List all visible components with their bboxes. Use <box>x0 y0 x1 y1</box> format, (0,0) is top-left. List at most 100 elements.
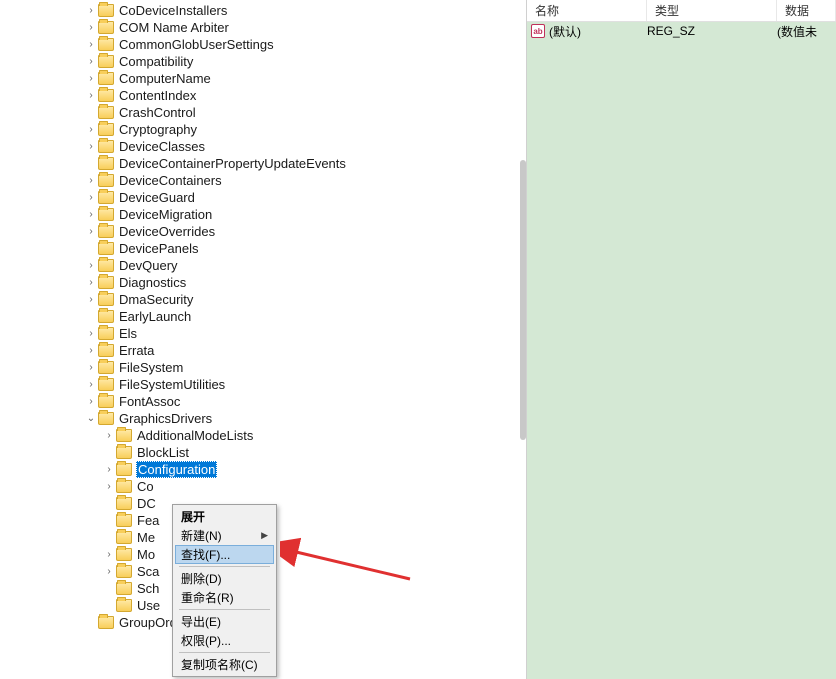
value-type: REG_SZ <box>647 24 777 38</box>
tree-item[interactable]: ›BlockList <box>0 444 526 461</box>
tree-item[interactable]: ›EarlyLaunch <box>0 308 526 325</box>
menu-item[interactable]: 删除(D) <box>175 569 274 588</box>
chevron-right-icon[interactable]: › <box>84 175 98 186</box>
tree-item[interactable]: › DeviceOverrides <box>0 223 526 240</box>
tree-item-label: Sca <box>136 564 160 579</box>
tree-item[interactable]: ›FontAssoc <box>0 393 526 410</box>
tree-item[interactable]: ›DevQuery <box>0 257 526 274</box>
tree-item-label: BlockList <box>136 445 190 460</box>
tree-item[interactable]: ›DeviceContainerPropertyUpdateEvents <box>0 155 526 172</box>
tree-item[interactable]: › DeviceMigration <box>0 206 526 223</box>
value-row[interactable]: ab (默认) REG_SZ (数值未 <box>527 22 836 40</box>
folder-icon <box>98 412 114 425</box>
tree-item[interactable]: › ContentIndex <box>0 87 526 104</box>
tree-item[interactable]: › Co <box>0 478 526 495</box>
tree-item[interactable]: › Cryptography <box>0 121 526 138</box>
tree-item[interactable]: ›FileSystem <box>0 359 526 376</box>
chevron-right-icon[interactable]: › <box>102 566 116 577</box>
folder-icon <box>98 225 114 238</box>
tree-item-label: DevicePanels <box>118 241 200 256</box>
tree-item[interactable]: ›DeviceGuard <box>0 189 526 206</box>
chevron-right-icon[interactable]: › <box>84 141 98 152</box>
chevron-right-icon[interactable]: › <box>84 260 98 271</box>
tree-item-label: DC <box>136 496 157 511</box>
menu-separator <box>179 652 270 653</box>
tree-item[interactable]: › COM Name Arbiter <box>0 19 526 36</box>
tree-item[interactable]: › AdditionalModeLists <box>0 427 526 444</box>
tree-item[interactable]: ›Diagnostics <box>0 274 526 291</box>
folder-icon <box>98 191 114 204</box>
menu-item[interactable]: 新建(N)▶ <box>175 526 274 545</box>
chevron-right-icon[interactable]: › <box>84 209 98 220</box>
tree-item[interactable]: ›Configuration <box>0 461 526 478</box>
folder-icon <box>116 463 132 476</box>
chevron-right-icon[interactable]: › <box>84 90 98 101</box>
folder-icon <box>98 395 114 408</box>
chevron-down-icon[interactable]: ⌄ <box>84 413 98 424</box>
tree-item[interactable]: ›Compatibility <box>0 53 526 70</box>
folder-icon <box>116 446 132 459</box>
menu-item[interactable]: 重命名(R) <box>175 588 274 607</box>
tree-item[interactable]: ›DeviceContainers <box>0 172 526 189</box>
folder-icon <box>98 310 114 323</box>
chevron-right-icon[interactable]: › <box>84 56 98 67</box>
chevron-right-icon[interactable]: › <box>84 22 98 33</box>
tree-item[interactable]: ›CoDeviceInstallers <box>0 2 526 19</box>
folder-icon <box>116 480 132 493</box>
tree-item[interactable]: ›FileSystemUtilities <box>0 376 526 393</box>
menu-item-label: 查找(F)... <box>181 546 230 563</box>
chevron-right-icon[interactable]: › <box>84 362 98 373</box>
folder-icon <box>98 55 114 68</box>
folder-icon <box>98 242 114 255</box>
chevron-right-icon[interactable]: › <box>84 226 98 237</box>
chevron-right-icon[interactable]: › <box>102 464 116 475</box>
folder-icon <box>98 208 114 221</box>
menu-item-label: 重命名(R) <box>181 589 234 606</box>
tree-item-label: AdditionalModeLists <box>136 428 254 443</box>
tree-item-label: Use <box>136 598 161 613</box>
tree-item[interactable]: › Errata <box>0 342 526 359</box>
header-data[interactable]: 数据 <box>777 0 836 21</box>
tree-item[interactable]: ›CommonGlobUserSettings <box>0 36 526 53</box>
menu-item[interactable]: 查找(F)... <box>175 545 274 564</box>
tree-item-label: Co <box>136 479 155 494</box>
tree-item[interactable]: ›ComputerName <box>0 70 526 87</box>
tree-item[interactable]: ›DmaSecurity <box>0 291 526 308</box>
tree-item[interactable]: ›Els <box>0 325 526 342</box>
chevron-right-icon[interactable]: › <box>84 277 98 288</box>
folder-icon <box>98 327 114 340</box>
menu-item[interactable]: 权限(P)... <box>175 631 274 650</box>
menu-item[interactable]: 导出(E) <box>175 612 274 631</box>
folder-icon <box>116 531 132 544</box>
tree-item[interactable]: ›DevicePanels <box>0 240 526 257</box>
chevron-right-icon[interactable]: › <box>102 430 116 441</box>
tree-item-label: ContentIndex <box>118 88 197 103</box>
header-name[interactable]: 名称 <box>527 0 647 21</box>
tree-item-label: Cryptography <box>118 122 198 137</box>
chevron-right-icon[interactable]: › <box>84 396 98 407</box>
tree-item-label: Mo <box>136 547 156 562</box>
chevron-right-icon[interactable]: › <box>84 345 98 356</box>
vertical-scrollbar[interactable] <box>520 160 526 440</box>
header-type[interactable]: 类型 <box>647 0 777 21</box>
chevron-right-icon[interactable]: › <box>84 328 98 339</box>
tree-item[interactable]: ›DeviceClasses <box>0 138 526 155</box>
tree-item[interactable]: ⌄GraphicsDrivers <box>0 410 526 427</box>
chevron-right-icon[interactable]: › <box>84 5 98 16</box>
chevron-right-icon[interactable]: › <box>84 192 98 203</box>
tree-item-label: DeviceOverrides <box>118 224 216 239</box>
menu-item[interactable]: 复制项名称(C) <box>175 655 274 674</box>
chevron-right-icon[interactable]: › <box>102 481 116 492</box>
tree-item-label: COM Name Arbiter <box>118 20 230 35</box>
chevron-right-icon[interactable]: › <box>84 124 98 135</box>
menu-item[interactable]: 展开 <box>175 507 274 526</box>
chevron-right-icon[interactable]: › <box>102 549 116 560</box>
tree-item-label: Errata <box>118 343 155 358</box>
chevron-right-icon[interactable]: › <box>84 73 98 84</box>
chevron-right-icon[interactable]: › <box>84 39 98 50</box>
chevron-right-icon[interactable]: › <box>84 379 98 390</box>
tree-item[interactable]: ›CrashControl <box>0 104 526 121</box>
tree-item-label: DeviceMigration <box>118 207 213 222</box>
registry-values-pane: 名称 类型 数据 ab (默认) REG_SZ (数值未 <box>527 0 836 679</box>
chevron-right-icon[interactable]: › <box>84 294 98 305</box>
